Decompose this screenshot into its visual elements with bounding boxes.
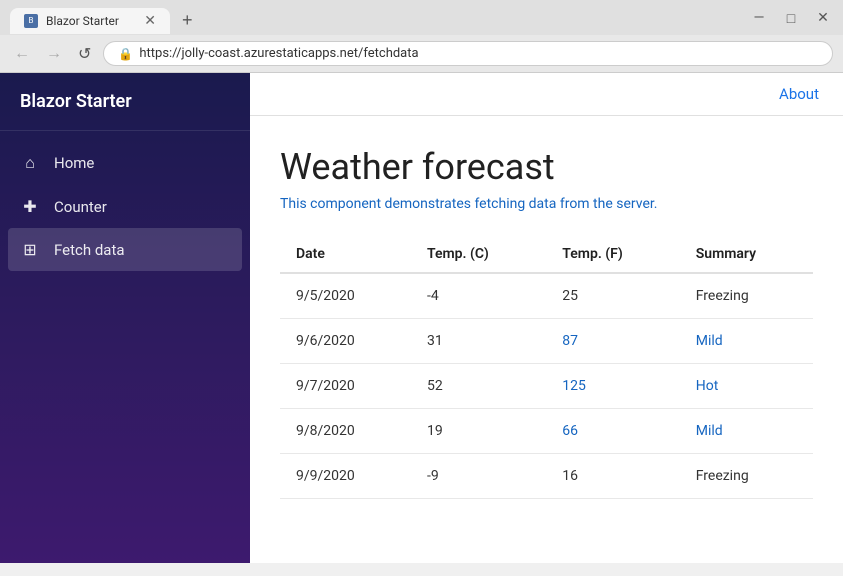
tab-close-button[interactable]: ✕	[144, 14, 156, 28]
back-button[interactable]: ←	[10, 43, 34, 65]
table-body: 9/5/2020-425Freezing9/6/20203187Mild9/7/…	[280, 273, 813, 499]
home-icon: ⌂	[20, 153, 40, 173]
sidebar-item-counter[interactable]: ✚ Counter	[0, 185, 250, 228]
sidebar-nav: ⌂ Home ✚ Counter ⊞ Fetch data	[0, 131, 250, 281]
cell-date: 9/6/2020	[280, 319, 411, 364]
browser-chrome: B Blazor Starter ✕ + — □ ✕ ← → ↺ 🔒 https…	[0, 0, 843, 73]
counter-label: Counter	[54, 198, 107, 216]
sidebar-item-fetchdata[interactable]: ⊞ Fetch data	[8, 228, 242, 271]
tab-title: Blazor Starter	[46, 14, 119, 28]
cell-date: 9/7/2020	[280, 364, 411, 409]
title-bar: B Blazor Starter ✕ + — □ ✕	[0, 0, 843, 35]
table-header-row: Date Temp. (C) Temp. (F) Summary	[280, 236, 813, 273]
maximize-button[interactable]: □	[781, 10, 801, 27]
table-row: 9/8/20201966Mild	[280, 409, 813, 454]
cell-date: 9/5/2020	[280, 273, 411, 319]
cell-temp-f: 25	[546, 273, 679, 319]
col-date: Date	[280, 236, 411, 273]
cell-temp-f: 125	[546, 364, 679, 409]
table-row: 9/9/2020-916Freezing	[280, 454, 813, 499]
url-text: https://jolly-coast.azurestaticapps.net/…	[139, 46, 418, 61]
sidebar-item-home[interactable]: ⌂ Home	[0, 141, 250, 185]
table-row: 9/5/2020-425Freezing	[280, 273, 813, 319]
fetchdata-label: Fetch data	[54, 241, 125, 259]
forward-button[interactable]: →	[42, 43, 66, 65]
table-row: 9/7/202052125Hot	[280, 364, 813, 409]
table-row: 9/6/20203187Mild	[280, 319, 813, 364]
cell-summary: Freezing	[680, 273, 813, 319]
cell-temp-c: -4	[411, 273, 546, 319]
weather-table: Date Temp. (C) Temp. (F) Summary 9/5/202…	[280, 236, 813, 499]
cell-temp-c: -9	[411, 454, 546, 499]
cell-temp-c: 52	[411, 364, 546, 409]
browser-tab[interactable]: B Blazor Starter ✕	[10, 8, 170, 34]
cell-temp-f: 66	[546, 409, 679, 454]
cell-temp-f: 87	[546, 319, 679, 364]
cell-date: 9/9/2020	[280, 454, 411, 499]
top-bar: About	[250, 73, 843, 116]
cell-date: 9/8/2020	[280, 409, 411, 454]
col-temp-c: Temp. (C)	[411, 236, 546, 273]
tab-favicon: B	[24, 14, 38, 28]
window-controls: — □ ✕	[749, 10, 833, 31]
home-label: Home	[54, 154, 94, 172]
page-subtitle: This component demonstrates fetching dat…	[280, 196, 813, 212]
col-temp-f: Temp. (F)	[546, 236, 679, 273]
content-area: Weather forecast This component demonstr…	[250, 116, 843, 529]
table-head: Date Temp. (C) Temp. (F) Summary	[280, 236, 813, 273]
cell-summary: Mild	[680, 409, 813, 454]
new-tab-button[interactable]: +	[174, 6, 201, 35]
cell-temp-f: 16	[546, 454, 679, 499]
sidebar-brand: Blazor Starter	[0, 73, 250, 131]
cell-summary: Hot	[680, 364, 813, 409]
lock-icon: 🔒	[118, 47, 133, 61]
col-summary: Summary	[680, 236, 813, 273]
cell-temp-c: 19	[411, 409, 546, 454]
plus-icon: ✚	[20, 197, 40, 216]
cell-summary: Freezing	[680, 454, 813, 499]
refresh-button[interactable]: ↺	[74, 42, 95, 66]
cell-temp-c: 31	[411, 319, 546, 364]
address-bar-row: ← → ↺ 🔒 https://jolly-coast.azurestatica…	[0, 35, 843, 72]
cell-summary: Mild	[680, 319, 813, 364]
address-bar[interactable]: 🔒 https://jolly-coast.azurestaticapps.ne…	[103, 41, 833, 66]
minimize-button[interactable]: —	[749, 10, 769, 27]
about-link[interactable]: About	[779, 85, 819, 103]
window-close-button[interactable]: ✕	[813, 10, 833, 27]
app-container: Blazor Starter ⌂ Home ✚ Counter ⊞ Fetch …	[0, 73, 843, 563]
sidebar: Blazor Starter ⌂ Home ✚ Counter ⊞ Fetch …	[0, 73, 250, 563]
page-title: Weather forecast	[280, 146, 813, 188]
table-icon: ⊞	[20, 240, 40, 259]
main-content: About Weather forecast This component de…	[250, 73, 843, 563]
